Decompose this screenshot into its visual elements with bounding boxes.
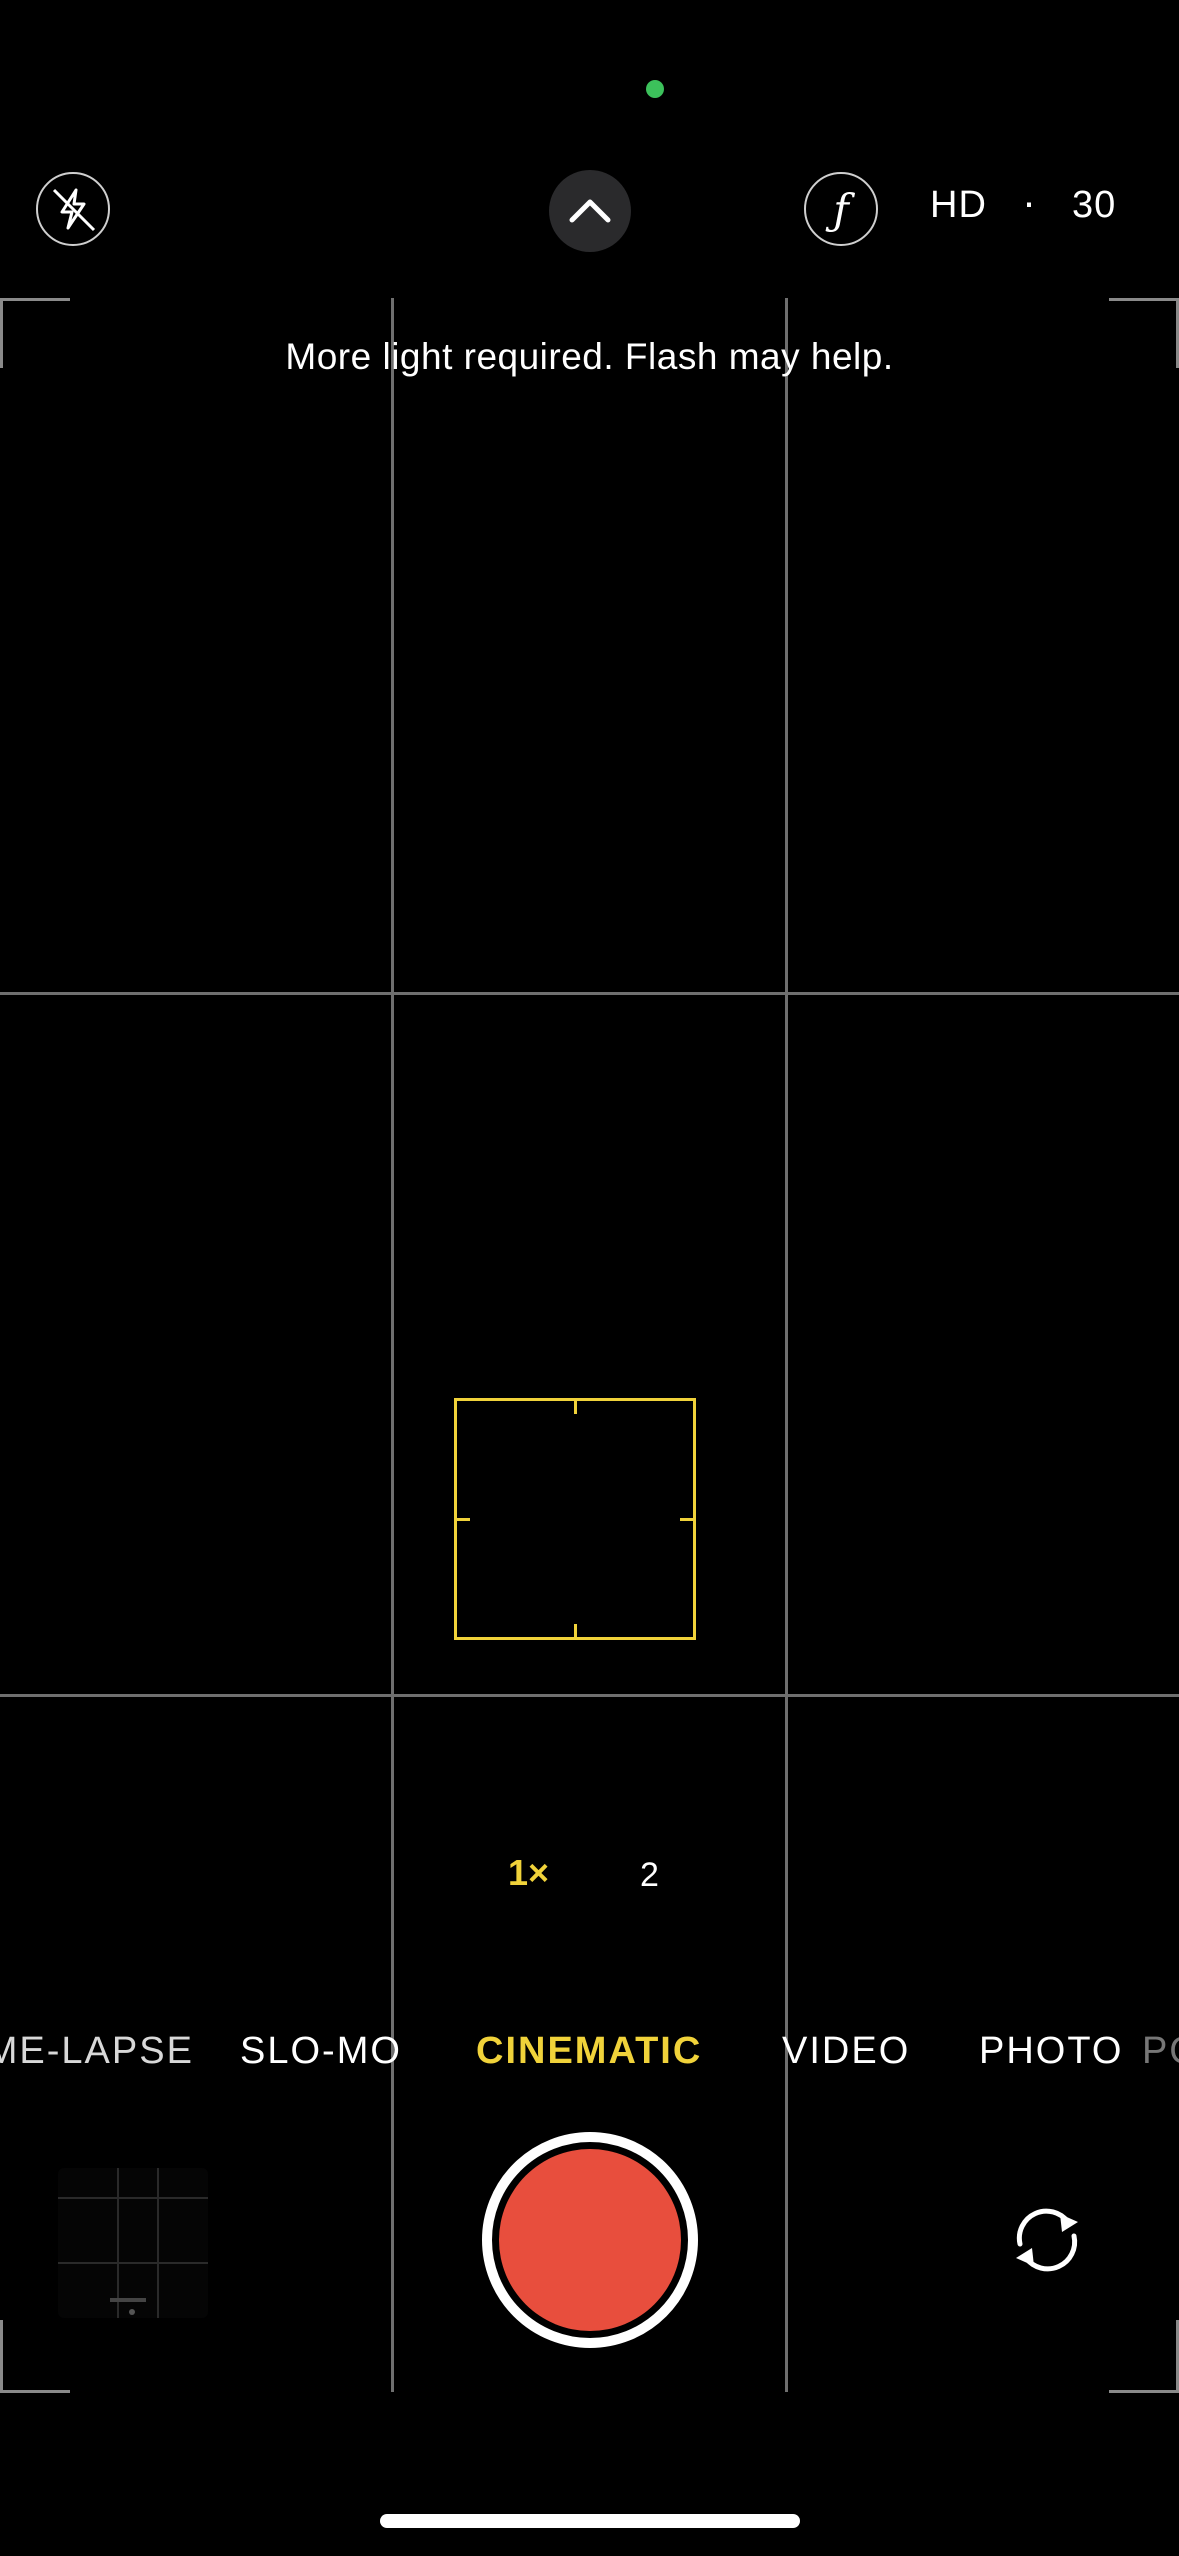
camera-flip-icon — [1016, 2208, 1078, 2272]
low-light-message: More light required. Flash may help. — [285, 336, 894, 377]
camera-in-use-indicator — [646, 80, 664, 98]
mode-time-lapse[interactable]: TIME-LAPSE — [0, 2030, 194, 2073]
viewfinder-corner-bottom-left — [0, 2390, 70, 2393]
viewfinder-corner-top-right — [1109, 298, 1179, 301]
separator-dot: · — [1022, 178, 1037, 225]
focus-tick-top — [574, 1398, 577, 1414]
record-button-fill — [499, 2149, 681, 2331]
mode-carousel[interactable]: TIME-LAPSE SLO-MO CINEMATIC VIDEO PHOTO … — [0, 2018, 1179, 2088]
viewfinder-corner-bottom-left-edge — [0, 2320, 3, 2392]
focus-tick-left — [454, 1518, 470, 1521]
zoom-1x-button[interactable]: 1× — [508, 1852, 549, 1894]
focus-square — [454, 1398, 696, 1640]
record-button[interactable] — [482, 2132, 698, 2348]
home-indicator[interactable] — [380, 2514, 800, 2528]
last-photo-thumbnail[interactable] — [58, 2168, 208, 2318]
zoom-2x-button[interactable]: 2 — [640, 1856, 659, 1895]
viewfinder-corner-bottom-right — [1109, 2390, 1179, 2393]
aperture-f-icon: ƒ — [833, 184, 849, 234]
aperture-button[interactable]: ƒ — [804, 172, 878, 246]
camera-controls-toggle[interactable] — [549, 170, 631, 252]
mode-video[interactable]: VIDEO — [782, 2030, 910, 2073]
focus-tick-right — [680, 1518, 696, 1521]
focus-tick-bottom — [574, 1624, 577, 1640]
flash-off-icon — [52, 188, 96, 232]
frame-rate-toggle[interactable]: 30 — [1072, 184, 1116, 227]
grid-line-horizontal-1 — [0, 992, 1179, 995]
resolution-toggle[interactable]: HD — [930, 184, 987, 227]
mode-portrait[interactable]: PORTRAIT — [1142, 2030, 1179, 2073]
mode-photo[interactable]: PHOTO — [979, 2030, 1123, 2073]
grid-line-horizontal-2 — [0, 1694, 1179, 1697]
mode-cinematic[interactable]: CINEMATIC — [476, 2030, 702, 2073]
flash-button[interactable] — [36, 172, 110, 246]
thumbnail-preview-image — [58, 2168, 208, 2318]
mode-slo-mo[interactable]: SLO-MO — [240, 2030, 402, 2073]
switch-camera-button[interactable] — [1002, 2200, 1092, 2280]
chevron-up-icon — [569, 199, 611, 223]
